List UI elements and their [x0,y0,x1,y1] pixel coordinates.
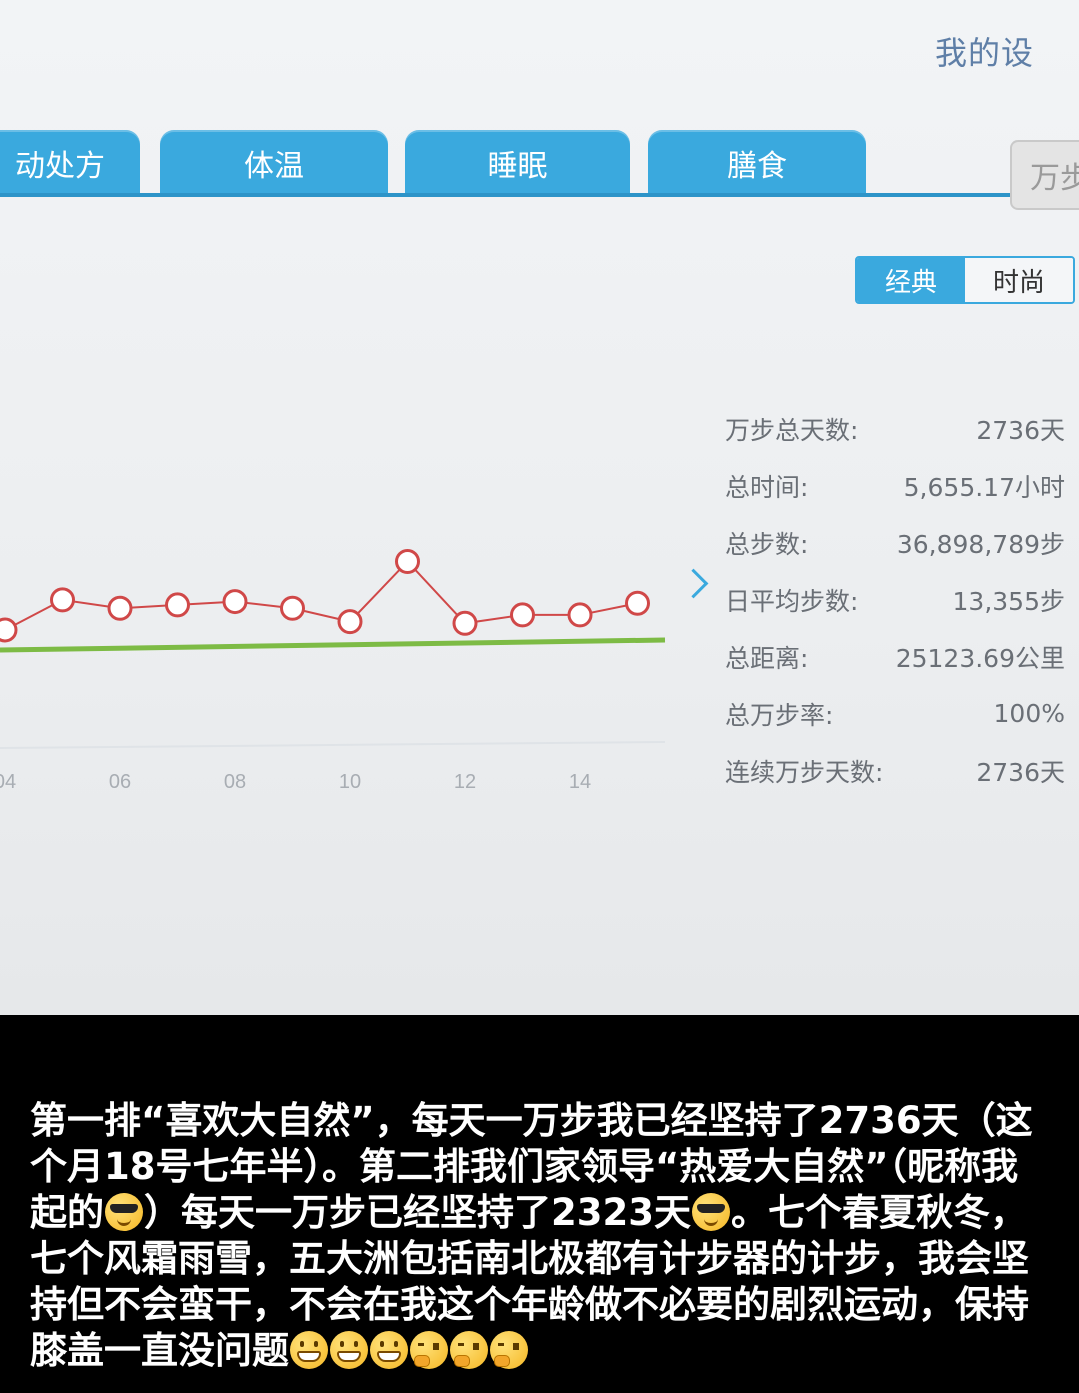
x-axis-line [0,741,666,749]
style-toggle: 经典 时尚 [855,256,1075,304]
stat-label: 总距离: [725,643,809,673]
stat-value: 100% [993,699,1065,728]
x-tick-label: 04 [0,771,16,793]
target-line [0,637,666,653]
toggle-fashion[interactable]: 时尚 [965,258,1073,302]
stat-label: 总万步率: [725,700,834,730]
cool-emoji-icon [691,1193,730,1231]
data-point [510,602,535,628]
data-point [567,602,593,628]
stat-row: 连续万步天数: 2736天 [725,742,1065,799]
tab-underline [0,193,1010,197]
data-point [0,617,18,643]
data-point [50,587,75,613]
stat-value: 13,355步 [952,586,1065,616]
stat-value: 2736天 [976,757,1065,787]
stat-label: 万步总天数: [725,415,859,445]
daily-steps-chart: 04 06 08 10 12 14 [0,548,666,793]
tab-exercise-prescription[interactable]: 动处方 [0,130,140,196]
toggle-classic[interactable]: 经典 [857,258,965,302]
stat-row: 万步总天数: 2736天 [725,400,1065,457]
stat-value: 5,655.17小时 [903,472,1065,502]
x-tick-label: 12 [454,771,476,793]
my-settings-link[interactable]: 我的设 [935,28,1034,74]
grin-emoji-icon [290,1331,328,1369]
stat-row: 总万步率: 100% [725,685,1065,742]
stat-label: 总步数: [725,529,809,559]
post-caption: 第一排“喜欢大自然”，每天一万步我已经坚持了2736天（这个月18号七年半）。第… [30,1098,1050,1374]
stat-value: 36,898,789步 [896,529,1065,559]
stat-row: 总时间: 5,655.17小时 [725,457,1065,514]
x-tick-label: 06 [109,771,131,793]
x-tick-label: 10 [339,771,361,793]
monitor-screen: 我的设 动处方 体温 睡眠 膳食 万步 经典 时尚 万步总天数: 2736天 总时… [0,0,1079,1015]
think-emoji-icon [490,1331,528,1369]
x-tick-label: 14 [569,771,591,793]
grin-emoji-icon [330,1331,368,1369]
think-emoji-icon [410,1331,448,1369]
stat-label: 日平均步数: [725,586,859,616]
data-point [107,595,133,621]
data-point [222,589,248,615]
ten-thousand-steps-card[interactable]: 万步 [1010,140,1079,210]
stat-label: 连续万步天数: [725,757,884,787]
stat-label: 总时间: [725,472,809,502]
data-point [337,609,363,635]
data-point [395,548,420,574]
data-point [165,592,190,618]
data-point [452,610,478,636]
stats-panel: 万步总天数: 2736天 总时间: 5,655.17小时 总步数: 36,898,78… [725,400,1065,799]
cool-emoji-icon [105,1193,143,1231]
data-point [280,595,305,621]
tab-sleep[interactable]: 睡眠 [405,130,630,196]
grin-emoji-icon [370,1331,408,1369]
x-tick-label: 08 [224,771,246,793]
stat-row: 日平均步数: 13,355步 [725,571,1065,628]
caption-text: ）每天一万步已经坚持了2323天 [144,1191,691,1234]
tab-diet[interactable]: 膳食 [648,130,866,196]
tab-temperature[interactable]: 体温 [160,130,388,196]
stat-value: 2736天 [976,415,1065,445]
think-emoji-icon [450,1331,488,1369]
stat-value: 25123.69公里 [895,643,1065,673]
chevron-right-icon[interactable] [678,568,709,599]
stat-row: 总步数: 36,898,789步 [725,514,1065,571]
data-point [625,590,650,616]
series-line [4,560,638,631]
stat-row: 总距离: 25123.69公里 [725,628,1065,685]
